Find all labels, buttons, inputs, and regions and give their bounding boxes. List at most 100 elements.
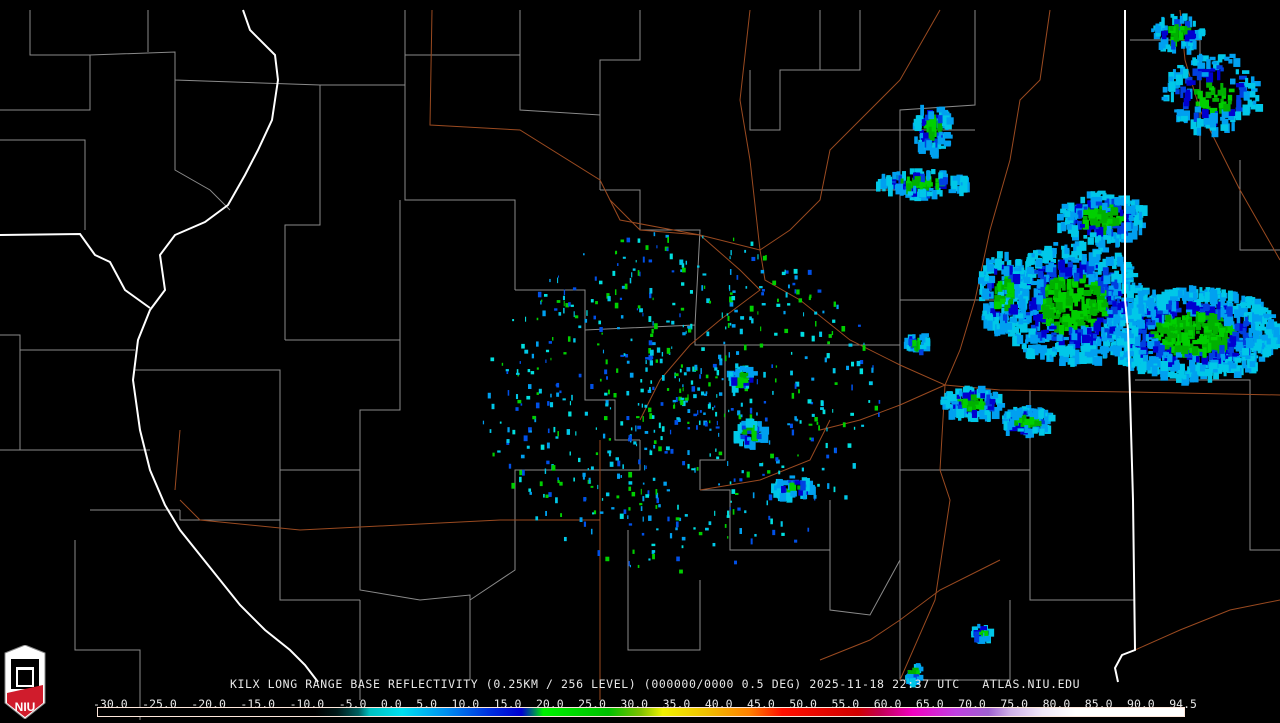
- storm-echo: [1273, 327, 1279, 337]
- radar-echo: [734, 310, 738, 313]
- storm-echo: [1091, 282, 1097, 285]
- storm-echo: [947, 392, 953, 402]
- storm-echo: [1103, 235, 1108, 240]
- storm-echo: [937, 107, 944, 113]
- storm-echo: [757, 434, 762, 439]
- radar-echo: [767, 500, 768, 505]
- storm-echo: [1138, 295, 1143, 306]
- storm-echo: [789, 475, 795, 478]
- storm-echo: [1096, 202, 1102, 206]
- storm-echo: [1009, 299, 1013, 305]
- radar-echo: [771, 364, 773, 368]
- radar-echo: [715, 376, 717, 378]
- storm-echo: [1082, 335, 1090, 343]
- storm-echo: [1193, 375, 1199, 383]
- storm-echo: [1204, 315, 1211, 319]
- radar-echo: [765, 255, 766, 260]
- radar-echo: [770, 454, 774, 459]
- radar-echo: [727, 313, 729, 315]
- radar-echo: [546, 461, 549, 465]
- radar-echo: [725, 326, 726, 329]
- storm-echo: [1180, 323, 1183, 327]
- storm-echo: [1264, 347, 1271, 356]
- storm-echo: [1066, 298, 1073, 305]
- storm-echo: [1242, 348, 1249, 355]
- storm-echo: [1032, 427, 1037, 433]
- radar-echo: [672, 270, 675, 272]
- storm-echo: [1130, 201, 1134, 206]
- storm-echo: [1000, 299, 1005, 305]
- radar-echo: [815, 321, 816, 327]
- radar-echo: [633, 441, 636, 444]
- radar-echo: [620, 298, 622, 300]
- radar-echo: [699, 532, 703, 535]
- radar-echo: [563, 352, 566, 354]
- radar-echo: [502, 363, 503, 366]
- storm-echo: [974, 632, 979, 643]
- county-border: [405, 85, 515, 290]
- radar-echo: [706, 375, 709, 379]
- radar-echo: [628, 472, 632, 478]
- storm-echo: [747, 437, 751, 441]
- radar-echo: [744, 250, 746, 253]
- storm-echo: [1043, 330, 1049, 333]
- radar-echo: [670, 430, 671, 435]
- radar-echo: [595, 301, 598, 304]
- radar-echo: [809, 437, 811, 439]
- radar-echo: [740, 329, 743, 335]
- radar-echo: [697, 265, 699, 267]
- radar-echo: [631, 272, 632, 277]
- reflectivity-returns: [483, 13, 1280, 687]
- radar-echo: [709, 521, 712, 525]
- storm-echo: [1224, 366, 1227, 376]
- radar-echo: [650, 380, 652, 384]
- radar-echo: [531, 371, 534, 374]
- storm-echo: [1048, 263, 1054, 267]
- radar-echo: [849, 344, 853, 347]
- storm-echo: [1201, 72, 1209, 77]
- radar-echo: [679, 260, 683, 265]
- radar-echo: [679, 378, 680, 381]
- radar-echo: [553, 427, 555, 432]
- storm-echo: [925, 338, 930, 343]
- storm-echo: [1249, 328, 1252, 338]
- storm-echo: [1241, 302, 1246, 308]
- radar-echo: [696, 425, 698, 430]
- storm-echo: [963, 182, 968, 193]
- storm-echo: [1067, 279, 1072, 290]
- radar-echo: [733, 509, 735, 515]
- storm-echo: [1022, 289, 1029, 293]
- storm-echo: [1231, 122, 1234, 131]
- radar-echo: [666, 320, 670, 322]
- radar-echo: [557, 300, 561, 303]
- radar-echo: [817, 422, 819, 425]
- radar-echo: [620, 514, 624, 519]
- radar-echo: [490, 429, 492, 433]
- storm-echo: [919, 189, 926, 197]
- radar-echo: [688, 427, 690, 429]
- radar-echo: [795, 289, 797, 293]
- radar-echo: [609, 450, 611, 456]
- storm-echo: [1193, 292, 1197, 300]
- radar-echo: [709, 301, 711, 304]
- radar-echo: [621, 315, 623, 318]
- radar-echo: [526, 396, 530, 400]
- storm-echo: [1100, 287, 1105, 293]
- storm-echo: [1091, 225, 1095, 229]
- storm-echo: [1161, 361, 1169, 371]
- storm-echo: [1096, 197, 1103, 202]
- radar-echo: [638, 270, 640, 276]
- storm-echo: [931, 148, 939, 158]
- radar-echo: [552, 465, 556, 471]
- storm-echo: [1273, 344, 1280, 348]
- radar-echo: [625, 284, 628, 290]
- radar-echo: [596, 452, 598, 455]
- storm-echo: [1148, 298, 1154, 307]
- radar-echo: [632, 492, 636, 496]
- radar-echo: [676, 397, 678, 402]
- storm-echo: [1129, 334, 1134, 339]
- radar-echo: [543, 494, 545, 498]
- radar-echo: [681, 364, 683, 367]
- radar-echo: [593, 316, 596, 320]
- county-border: [900, 560, 1010, 680]
